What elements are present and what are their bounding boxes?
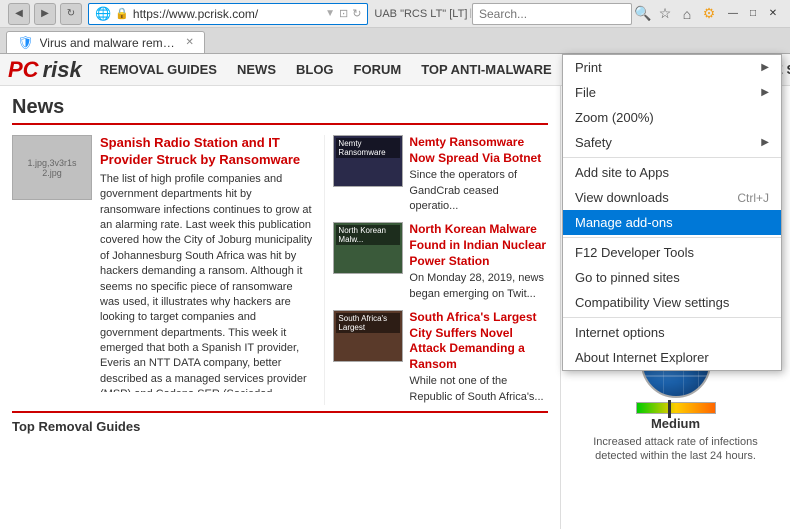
favorites-button[interactable]: ☆ [654, 3, 676, 25]
menu-item-arrow-icon: ▶ [761, 87, 769, 98]
globe-description: Increased attack rate of infections dete… [571, 435, 780, 464]
menu-item-label: Add site to Apps [575, 165, 669, 180]
menu-item-label: File [575, 85, 596, 100]
right-article-row-3: South Africa's LargestSouth Africa's Lar… [333, 310, 548, 405]
menu-item-manage-add-ons[interactable]: Manage add-ons [563, 210, 781, 235]
right-thumb-1: Nemty Ransomware [333, 135, 403, 187]
menu-item-label: Internet options [575, 325, 665, 340]
menu-item-label: Safety [575, 135, 612, 150]
titlebar: ◀ ▶ ↻ 🌐 🔒 https://www.pcrisk.com/ ▼ ⊡ ↻ … [0, 0, 790, 28]
right-article-row-1: Nemty RansomwareNemty Ransomware Now Spr… [333, 135, 548, 214]
menu-item-add-site-to-apps[interactable]: Add site to Apps [563, 160, 781, 185]
right-article-body-2: North Korean Malware Found in Indian Nuc… [409, 222, 548, 302]
globe-level-label: Medium [651, 416, 700, 431]
menu-item-shortcut: Ctrl+J [737, 191, 769, 205]
level-indicator [668, 400, 671, 418]
window-controls: — □ ✕ [724, 5, 782, 23]
right-article-text-1: Since the operators of GandCrab ceased o… [409, 168, 548, 214]
two-col-layout: 1.jpg,3v3r1s2.jpgSpanish Radio Station a… [12, 135, 548, 405]
address-drop-icon: ▼ [325, 8, 335, 19]
big-article-title[interactable]: Spanish Radio Station and IT Provider St… [100, 135, 312, 169]
menu-item-go-to-pinned-sites[interactable]: Go to pinned sites [563, 265, 781, 290]
menu-divider [563, 157, 781, 158]
menu-item-file[interactable]: File ▶ [563, 80, 781, 105]
tab-label: Virus and malware removal i... [40, 36, 180, 50]
back-button[interactable]: ◀ [8, 3, 30, 25]
big-article-body: Spanish Radio Station and IT Provider St… [100, 135, 312, 392]
menu-divider [563, 317, 781, 318]
context-menu: Print ▶ File ▶ Zoom (200%) Safety ▶ Add site to… [562, 54, 782, 371]
menu-divider [563, 237, 781, 238]
ie-user-area: UAB "RCS LT" [LT] | [374, 8, 472, 20]
favicon-icon: 🌐 [95, 6, 111, 22]
left-col: 1.jpg,3v3r1s2.jpgSpanish Radio Station a… [12, 135, 312, 405]
nav-controls: ◀ ▶ ↻ [8, 3, 82, 25]
right-article-text-3: While not one of the Republic of South A… [409, 374, 548, 405]
menu-item-zoom-(200%)[interactable]: Zoom (200%) [563, 105, 781, 130]
refresh-small-icon: ↻ [352, 7, 361, 20]
tab-close-button[interactable]: ✕ [186, 37, 194, 48]
forward-button[interactable]: ▶ [34, 3, 56, 25]
menu-item-label: Manage add-ons [575, 215, 673, 230]
tab-bar: 🛡 Virus and malware removal i... ✕ [0, 28, 790, 54]
menu-item-label: About Internet Explorer [575, 350, 709, 365]
menu-item-arrow-icon: ▶ [761, 62, 769, 73]
minimize-button[interactable]: — [724, 5, 742, 23]
refresh-button[interactable]: ↻ [60, 3, 82, 25]
menu-item-f12-developer-tools[interactable]: F12 Developer Tools [563, 240, 781, 265]
tab-favicon-icon: 🛡 [17, 35, 34, 51]
right-col: Nemty RansomwareNemty Ransomware Now Spr… [324, 135, 548, 405]
right-article-title-2[interactable]: North Korean Malware Found in Indian Nuc… [409, 222, 548, 269]
big-article-row: 1.jpg,3v3r1s2.jpgSpanish Radio Station a… [12, 135, 312, 392]
menu-item-label: View downloads [575, 190, 669, 205]
news-section-title: News [12, 96, 548, 125]
main-content: News 1.jpg,3v3r1s2.jpgSpanish Radio Stati… [0, 86, 560, 529]
level-bar [636, 402, 716, 414]
site-logo[interactable]: PC risk [0, 57, 90, 83]
globe-line-3 [643, 375, 709, 377]
search-input[interactable] [472, 3, 632, 25]
menu-item-compatibility-view-settings[interactable]: Compatibility View settings [563, 290, 781, 315]
compat-icon: ⊡ [339, 7, 348, 20]
lock-icon: 🔒 [115, 7, 129, 20]
right-article-text-2: On Monday 28, 2019, news began emerging … [409, 271, 548, 302]
tab-pcrisk[interactable]: 🛡 Virus and malware removal i... ✕ [6, 31, 205, 53]
right-article-body-1: Nemty Ransomware Now Spread Via BotnetSi… [409, 135, 548, 214]
right-article-title-1[interactable]: Nemty Ransomware Now Spread Via Botnet [409, 135, 548, 166]
menu-item-label: Print [575, 60, 602, 75]
big-article-text: The list of high profile companies and g… [100, 172, 312, 392]
address-bar[interactable]: 🌐 🔒 https://www.pcrisk.com/ ▼ ⊡ ↻ [88, 3, 368, 25]
nav-news[interactable]: NEWS [227, 54, 286, 86]
menu-item-label: Zoom (200%) [575, 110, 654, 125]
right-thumb-2: North Korean Malw... [333, 222, 403, 274]
home-button[interactable]: ⌂ [676, 3, 698, 25]
right-article-title-3[interactable]: South Africa's Largest City Suffers Nove… [409, 310, 548, 372]
big-article-thumb: 1.jpg,3v3r1s2.jpg [12, 135, 92, 200]
nav-forum[interactable]: FORUM [344, 54, 412, 86]
close-window-button[interactable]: ✕ [764, 5, 782, 23]
right-thumb-3: South Africa's Largest [333, 310, 403, 362]
logo-pc-text: PC [8, 57, 39, 83]
nav-removal-guides[interactable]: REMOVAL GUIDES [90, 54, 227, 86]
bottom-section-title: Top Removal Guides [12, 411, 548, 434]
right-article-row-2: North Korean Malw...North Korean Malware… [333, 222, 548, 302]
logo-risk-text: risk [43, 57, 82, 83]
nav-top-antimalware[interactable]: TOP ANTI-MALWARE [411, 54, 561, 86]
menu-item-internet-options[interactable]: Internet options [563, 320, 781, 345]
menu-item-label: F12 Developer Tools [575, 245, 694, 260]
nav-blog[interactable]: BLOG [286, 54, 344, 86]
url-text: https://www.pcrisk.com/ [133, 7, 321, 21]
menu-item-about-internet-explorer[interactable]: About Internet Explorer [563, 345, 781, 370]
menu-item-safety[interactable]: Safety ▶ [563, 130, 781, 155]
right-article-body-3: South Africa's Largest City Suffers Nove… [409, 310, 548, 405]
menu-item-view-downloads[interactable]: View downloads Ctrl+J [563, 185, 781, 210]
settings-button[interactable]: ⚙ [698, 3, 720, 25]
user-label: UAB "RCS LT" [LT] [374, 8, 467, 20]
search-button[interactable]: 🔍 [632, 3, 654, 25]
menu-item-arrow-icon: ▶ [761, 137, 769, 148]
menu-item-print[interactable]: Print ▶ [563, 55, 781, 80]
menu-item-label: Compatibility View settings [575, 295, 729, 310]
maximize-button[interactable]: □ [744, 5, 762, 23]
menu-item-label: Go to pinned sites [575, 270, 680, 285]
